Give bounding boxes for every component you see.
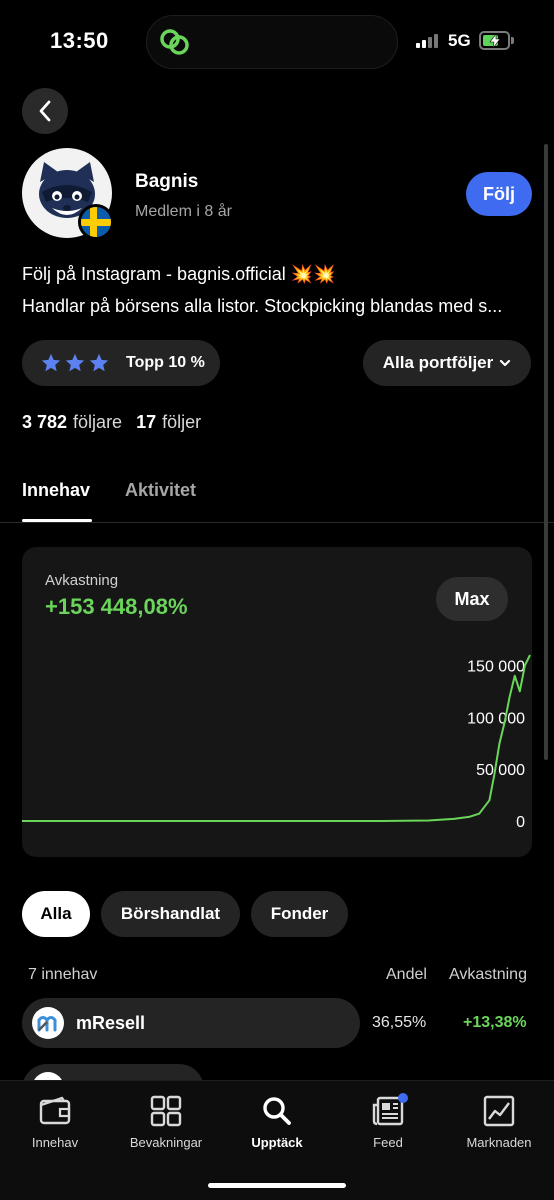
bottom-nav: Innehav Bevakningar Upptäck Feed Marknad… bbox=[0, 1080, 554, 1200]
bio-line-1: Följ på Instagram - bagnis.official 💥💥 bbox=[22, 264, 336, 284]
back-button[interactable] bbox=[22, 88, 68, 134]
nav-holdings[interactable]: Innehav bbox=[0, 1095, 110, 1150]
column-header-return[interactable]: Avkastning bbox=[449, 966, 527, 984]
company-logo-icon bbox=[32, 1007, 64, 1039]
home-indicator bbox=[208, 1183, 346, 1188]
following-label[interactable]: följer bbox=[162, 412, 201, 433]
series-line bbox=[22, 654, 531, 822]
bio-line-2[interactable]: Handlar på börsens alla listor. Stockpic… bbox=[22, 296, 532, 317]
sweden-flag-icon bbox=[78, 204, 114, 240]
holding-name: mResell bbox=[76, 1012, 146, 1033]
y-tick-label: 150 000 bbox=[467, 658, 525, 675]
battery-icon bbox=[479, 31, 510, 50]
tab-holdings[interactable]: Innehav bbox=[22, 480, 90, 501]
chart-icon bbox=[483, 1095, 515, 1127]
star-icon bbox=[89, 353, 109, 372]
rank-badge[interactable]: Topp 10 % bbox=[22, 340, 220, 386]
star-icon bbox=[65, 353, 85, 372]
wallet-icon bbox=[39, 1096, 71, 1125]
battery-tip bbox=[511, 37, 514, 44]
followers-count[interactable]: 3 782 bbox=[22, 412, 67, 433]
status-bar: 13:50 5G bbox=[0, 0, 554, 84]
nav-watchlists[interactable]: Bevakningar bbox=[111, 1095, 221, 1150]
signal-icon bbox=[416, 34, 438, 48]
returns-chart[interactable]: 150 000 100 000 50 000 0 bbox=[22, 547, 532, 857]
status-time: 13:50 bbox=[50, 28, 109, 53]
y-tick-label: 0 bbox=[516, 814, 525, 831]
following-count[interactable]: 17 bbox=[136, 412, 156, 433]
chevron-left-icon bbox=[39, 100, 51, 122]
y-tick-label: 50 000 bbox=[476, 762, 525, 779]
rank-stars bbox=[40, 352, 110, 374]
followers-label[interactable]: följare bbox=[73, 412, 122, 433]
tab-activity[interactable]: Aktivitet bbox=[125, 480, 196, 501]
network-label: 5G bbox=[448, 31, 471, 50]
y-tick-label: 100 000 bbox=[467, 710, 525, 727]
nav-label: Bevakningar bbox=[129, 1135, 203, 1150]
returns-card: Avkastning +153 448,08% Max 150 000 100 0… bbox=[22, 547, 532, 857]
table-row[interactable]: mResell bbox=[22, 998, 360, 1048]
grid-icon bbox=[150, 1095, 182, 1127]
nav-label: Feed bbox=[373, 1135, 403, 1150]
portfolio-selector-label: Alla portföljer bbox=[382, 353, 494, 372]
rank-label: Topp 10 % bbox=[126, 354, 205, 371]
chevron-down-icon bbox=[500, 359, 511, 367]
nav-label: Upptäck bbox=[251, 1135, 303, 1150]
nav-label: Marknaden bbox=[466, 1135, 532, 1150]
search-icon bbox=[263, 1097, 291, 1125]
nav-label: Innehav bbox=[31, 1135, 79, 1150]
star-icon bbox=[41, 353, 61, 372]
member-since: Medlem i 8 år bbox=[135, 203, 232, 220]
link-icon bbox=[160, 29, 189, 55]
portfolio-selector[interactable]: Alla portföljer bbox=[363, 340, 531, 386]
filter-funds[interactable]: Fonder bbox=[251, 891, 348, 937]
nav-discover[interactable]: Upptäck bbox=[222, 1095, 332, 1150]
holdings-count: 7 innehav bbox=[28, 966, 98, 983]
profile-name: Bagnis bbox=[135, 171, 199, 192]
column-header-share[interactable]: Andel bbox=[386, 966, 427, 984]
holding-return: +13,38% bbox=[463, 1014, 527, 1031]
scrollbar[interactable] bbox=[544, 144, 548, 760]
filter-exchange-traded[interactable]: Börshandlat bbox=[101, 891, 240, 937]
filter-all[interactable]: Alla bbox=[22, 891, 90, 937]
nav-feed[interactable]: Feed bbox=[333, 1095, 443, 1150]
feed-notification-badge bbox=[398, 1093, 408, 1103]
holding-share: 36,55% bbox=[372, 1014, 427, 1031]
follow-stats: 3 782 följare 17 följer bbox=[22, 412, 209, 433]
follow-button[interactable]: Följ bbox=[466, 172, 532, 216]
nav-market[interactable]: Marknaden bbox=[444, 1095, 554, 1150]
tab-divider bbox=[0, 522, 554, 523]
